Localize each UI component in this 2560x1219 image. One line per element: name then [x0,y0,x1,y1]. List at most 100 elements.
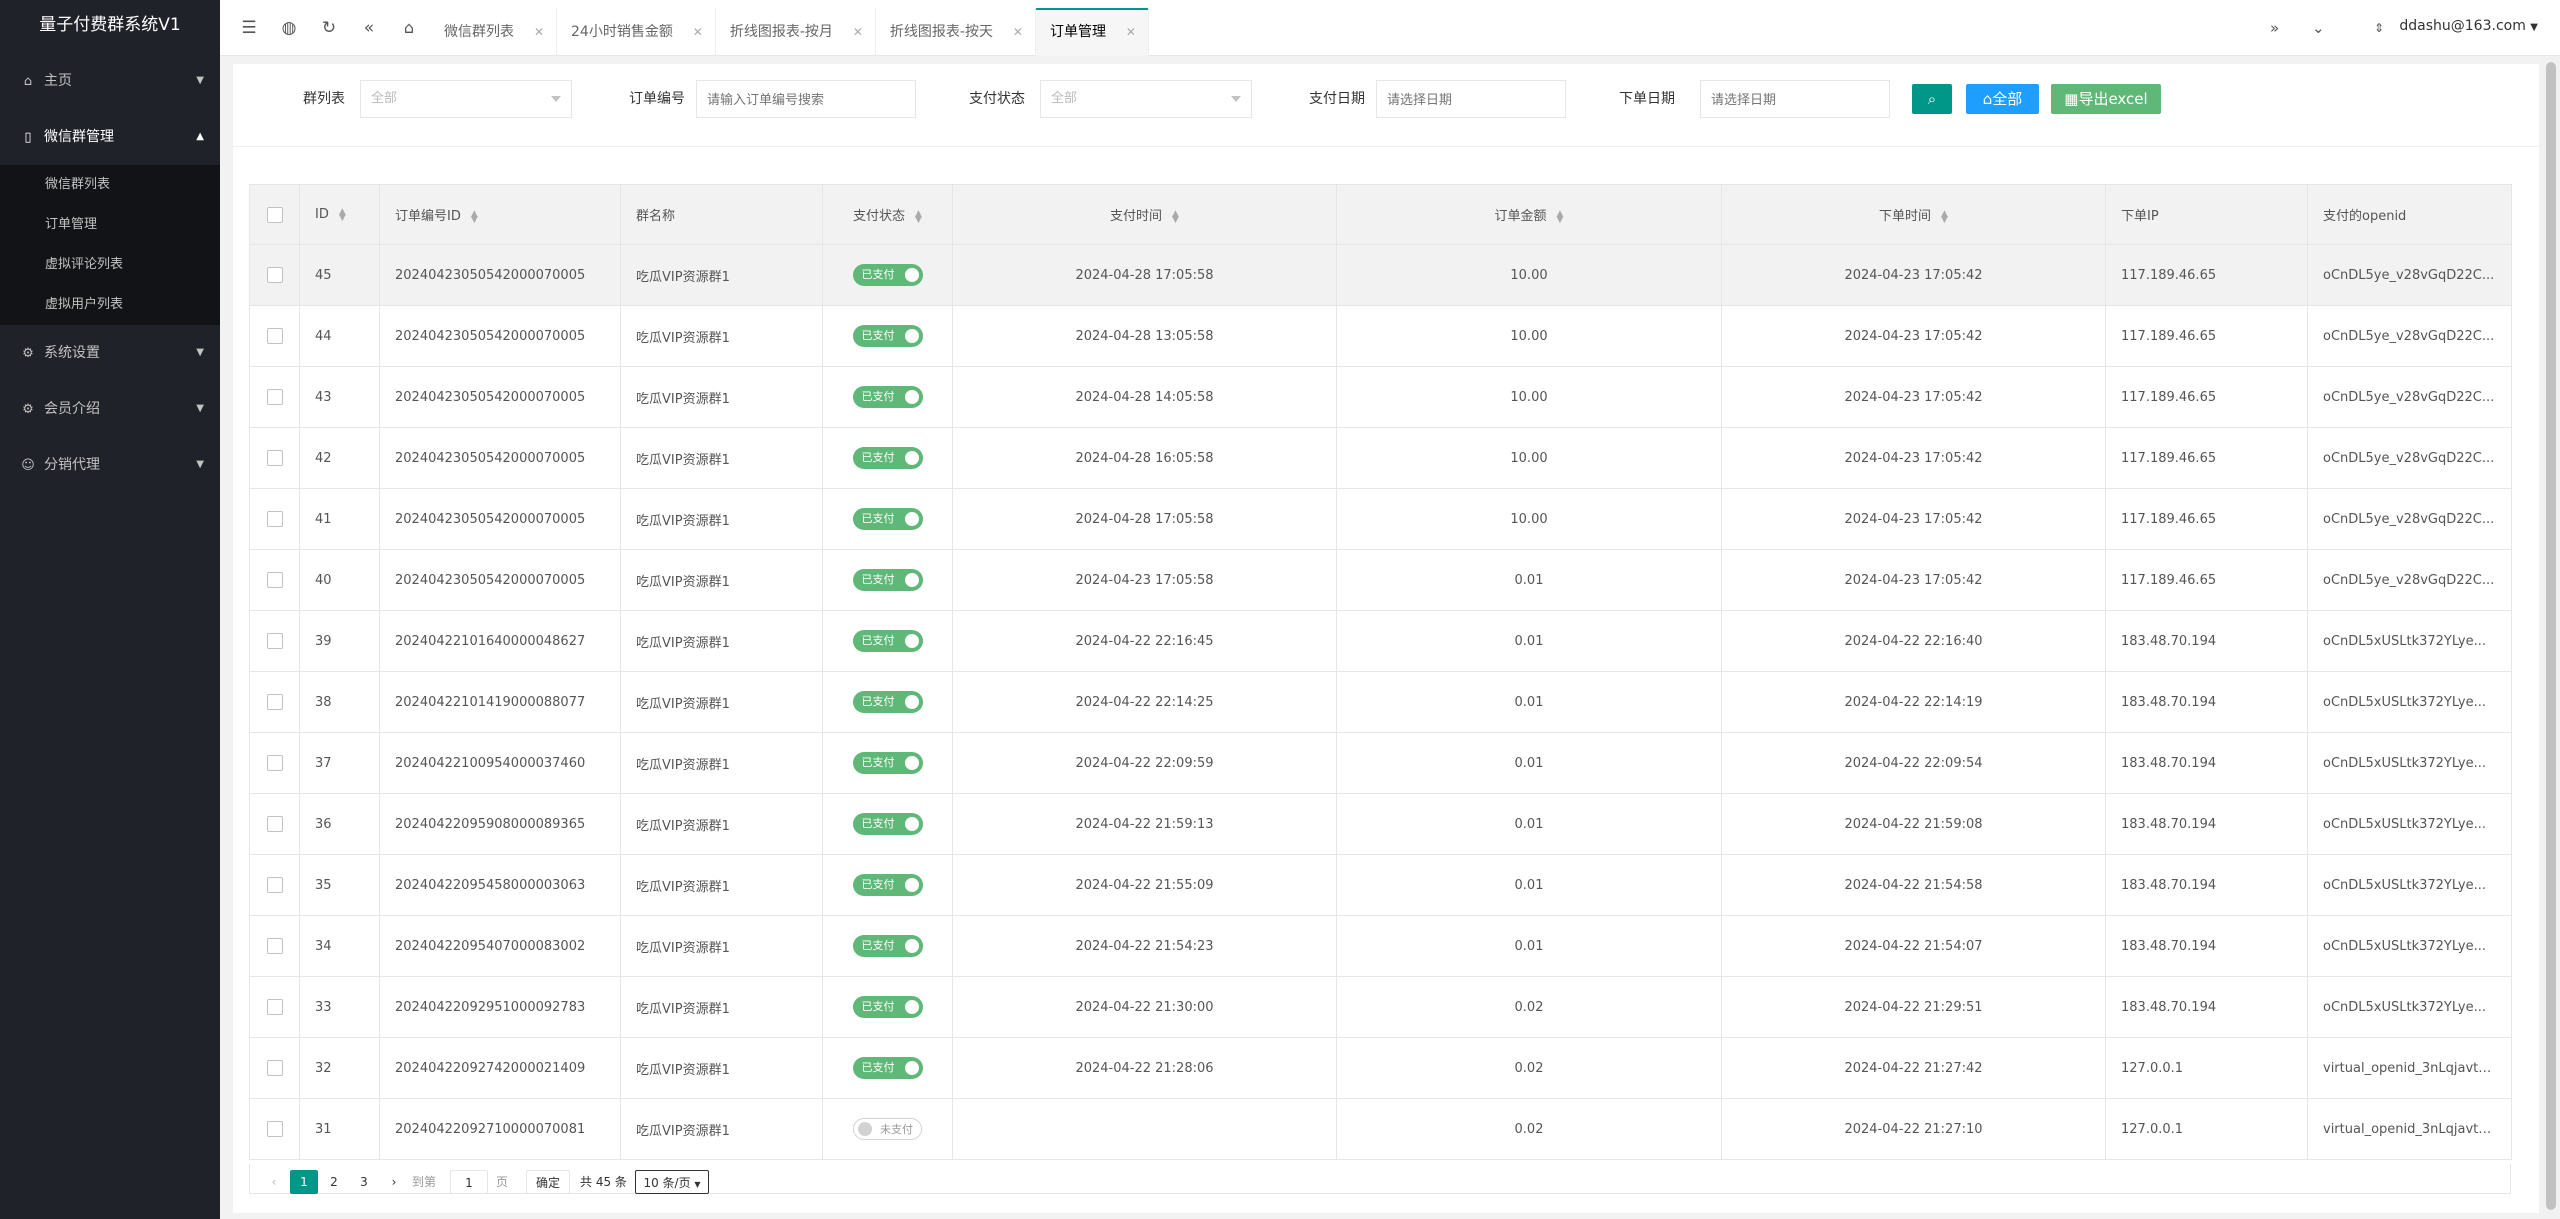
checkbox[interactable] [266,694,283,710]
scrollbar-thumb[interactable] [2546,62,2556,1210]
page-size-select[interactable]: 10 条/页 ▼ [635,1170,709,1194]
menu-toggle-icon[interactable]: ☰ [234,0,264,56]
chevron-down-icon[interactable]: ⌄ [2312,0,2325,56]
tab-orders[interactable]: 订单管理 ✕ [1035,8,1149,56]
row-checkbox-cell[interactable] [249,244,300,306]
close-icon[interactable]: ✕ [693,8,703,56]
tab-line-report-day[interactable]: 折线图报表-按天 ✕ [876,8,1036,56]
status-toggle[interactable]: 已支付 [852,996,923,1018]
page-2[interactable]: 2 [320,1170,348,1194]
search-button[interactable]: ⌕ [1912,84,1952,114]
status-toggle[interactable]: 已支付 [852,691,923,713]
col-pay-status[interactable]: 支付状态 ▲ ▼ [822,184,953,245]
goto-page-input[interactable]: 1 [450,1170,488,1194]
next-page-icon[interactable]: › [380,1170,408,1194]
sort-arrows-icon[interactable]: ⇕ [2374,0,2384,56]
sidebar-subitem-virtual-users[interactable]: 虚拟用户列表 [0,285,220,325]
user-menu[interactable]: ddashu@163.com ▼ [2399,0,2538,56]
status-toggle[interactable]: 未支付 [853,1118,922,1140]
checkbox[interactable] [266,450,283,466]
checkbox[interactable] [266,633,283,649]
export-excel-button[interactable]: ▦导出excel [2051,84,2161,114]
status-toggle[interactable]: 已支付 [852,447,923,469]
row-checkbox-cell[interactable] [249,427,300,489]
col-amount[interactable]: 订单金额 ▲ ▼ [1336,184,1722,245]
table-row[interactable]: 36 20240422095908000089365 吃瓜VIP资源群1 已支付 202… [249,793,2512,855]
sort-icon[interactable]: ▲ ▼ [1941,209,1948,224]
sort-icon[interactable]: ▲ ▼ [1172,209,1179,224]
status-toggle[interactable]: 已支付 [852,264,923,286]
sort-icon[interactable]: ▲ ▼ [339,207,346,222]
tab-line-report-month[interactable]: 折线图报表-按月 ✕ [716,8,876,56]
checkbox[interactable] [266,328,283,344]
sidebar-item-settings[interactable]: ⚙ 系统设置 ▼ [0,325,220,381]
page-3[interactable]: 3 [350,1170,378,1194]
sidebar-item-wechat-groups[interactable]: ▯ 微信群管理 ▲ [0,109,220,165]
sidebar-item-members[interactable]: ⚙ 会员介绍 ▼ [0,381,220,437]
row-checkbox-cell[interactable] [249,488,300,550]
row-checkbox-cell[interactable] [249,915,300,977]
close-icon[interactable]: ✕ [1126,8,1136,56]
sort-icon[interactable]: ▲ ▼ [471,209,478,224]
table-row[interactable]: 42 20240423050542000070005 吃瓜VIP资源群1 已支付 202… [249,427,2512,489]
checkbox[interactable] [266,938,283,954]
table-row[interactable]: 37 20240422100954000037460 吃瓜VIP资源群1 已支付 202… [249,732,2512,794]
status-toggle[interactable]: 已支付 [852,569,923,591]
row-checkbox-cell[interactable] [249,610,300,672]
globe-icon[interactable]: ◍ [274,0,304,56]
status-toggle[interactable]: 已支付 [852,935,923,957]
group-select[interactable]: 全部 [360,80,572,118]
checkbox[interactable] [266,999,283,1015]
row-checkbox-cell[interactable] [249,305,300,367]
status-toggle[interactable]: 已支付 [852,874,923,896]
row-checkbox-cell[interactable] [249,854,300,916]
checkbox[interactable] [266,1060,283,1076]
sidebar-item-distribution[interactable]: ☺ 分销代理 ▼ [0,437,220,493]
close-icon[interactable]: ✕ [1013,8,1023,56]
row-checkbox-cell[interactable] [249,671,300,733]
table-row[interactable]: 38 20240422101419000088077 吃瓜VIP资源群1 已支付 202… [249,671,2512,733]
close-icon[interactable]: ✕ [534,8,544,56]
prev-page-icon[interactable]: ‹ [260,1170,288,1194]
tab-24h-sales[interactable]: 24小时销售金额 ✕ [557,8,716,56]
checkbox[interactable] [266,1121,283,1137]
sidebar-subitem-orders[interactable]: 订单管理 [0,205,220,245]
table-row[interactable]: 41 20240423050542000070005 吃瓜VIP资源群1 已支付 202… [249,488,2512,550]
tab-group-list[interactable]: 微信群列表 ✕ [430,8,557,56]
status-toggle[interactable]: 已支付 [852,813,923,835]
table-row[interactable]: 35 20240422095458000003063 吃瓜VIP资源群1 已支付 202… [249,854,2512,916]
pay-status-select[interactable]: 全部 [1040,80,1252,118]
status-toggle[interactable]: 已支付 [852,508,923,530]
home-tab-icon[interactable]: ⌂ [394,0,424,56]
sidebar-subitem-group-list[interactable]: 微信群列表 [0,165,220,205]
col-order-id[interactable]: 订单编号ID ▲ ▼ [379,184,621,245]
page-scrollbar[interactable] [2542,56,2560,1219]
checkbox[interactable] [266,267,283,283]
checkbox[interactable] [266,511,283,527]
col-pay-time[interactable]: 支付时间 ▲ ▼ [952,184,1337,245]
pay-date-input[interactable] [1376,80,1566,118]
scroll-right-icon[interactable]: » [2270,0,2279,56]
status-toggle[interactable]: 已支付 [852,630,923,652]
refresh-icon[interactable]: ↻ [314,0,344,56]
all-button[interactable]: ⌂全部 [1966,84,2039,114]
page-1[interactable]: 1 [290,1170,318,1194]
select-all-checkbox[interactable] [249,184,300,245]
row-checkbox-cell[interactable] [249,549,300,611]
checkbox[interactable] [266,206,283,223]
table-row[interactable]: 31 20240422092710000070081 吃瓜VIP资源群1 未支付 0.0… [249,1098,2512,1160]
table-row[interactable]: 45 20240423050542000070005 吃瓜VIP资源群1 已支付 202… [249,244,2512,306]
status-toggle[interactable]: 已支付 [852,1057,923,1079]
status-toggle[interactable]: 已支付 [852,752,923,774]
checkbox[interactable] [266,755,283,771]
sort-icon[interactable]: ▲ ▼ [1557,209,1564,224]
order-search-input[interactable] [696,80,916,118]
row-checkbox-cell[interactable] [249,366,300,428]
row-checkbox-cell[interactable] [249,976,300,1038]
table-row[interactable]: 32 20240422092742000021409 吃瓜VIP资源群1 已支付 202… [249,1037,2512,1099]
checkbox[interactable] [266,389,283,405]
table-row[interactable]: 44 20240423050542000070005 吃瓜VIP资源群1 已支付 202… [249,305,2512,367]
status-toggle[interactable]: 已支付 [852,325,923,347]
row-checkbox-cell[interactable] [249,1098,300,1160]
row-checkbox-cell[interactable] [249,793,300,855]
